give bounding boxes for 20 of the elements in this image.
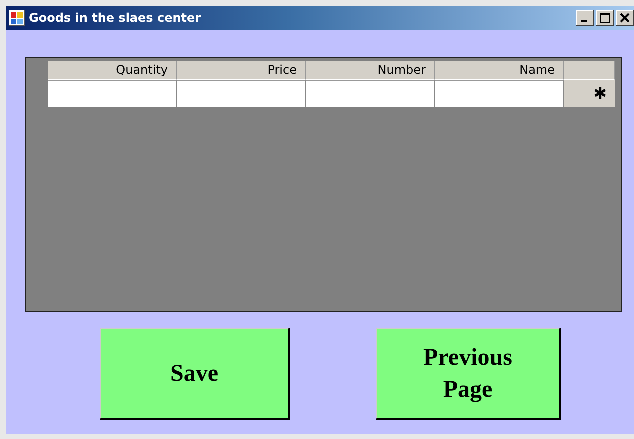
column-header[interactable]: Name — [435, 61, 564, 80]
minimize-icon — [580, 20, 586, 22]
save-button[interactable]: Save — [100, 328, 290, 420]
minimize-button[interactable] — [576, 10, 594, 26]
column-header[interactable]: Number — [306, 61, 435, 80]
column-header[interactable] — [564, 61, 615, 80]
table-cell[interactable] — [48, 80, 177, 107]
new-row-marker: ✱ — [564, 80, 615, 107]
previous-page-button[interactable]: Previous Page — [376, 328, 561, 420]
column-header[interactable]: Price — [177, 61, 306, 80]
window-title: Goods in the slaes center — [29, 11, 202, 25]
close-icon — [619, 12, 631, 24]
maximize-icon — [599, 12, 611, 24]
maximize-button[interactable] — [596, 10, 614, 26]
app-icon — [9, 10, 25, 26]
column-header[interactable]: Quantity — [48, 61, 177, 80]
table-cell[interactable] — [435, 80, 564, 107]
table-cell[interactable] — [177, 80, 306, 107]
close-button[interactable] — [616, 10, 634, 26]
table-cell[interactable] — [306, 80, 435, 107]
